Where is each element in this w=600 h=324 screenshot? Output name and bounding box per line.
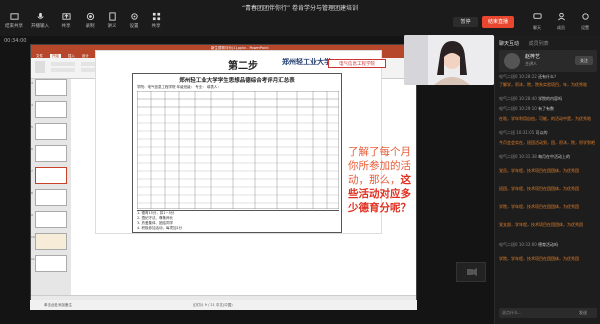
chat-message: 电气二班0 10:33:00 德育活动吗 — [499, 242, 559, 247]
chat-message: 党员，学年程，技术项目在团团体，为优秀团 — [499, 168, 579, 173]
end-share-button[interactable]: 结束共享 — [2, 12, 26, 29]
chat-icon — [532, 13, 542, 19]
form-title: 郑州轻工业大学学生思想品德综合考评月汇总表 — [179, 78, 295, 84]
chat-message: 了解学，积沐，院，院系实验项目，年，为优秀啥 — [499, 82, 587, 87]
slide-thumbnails: 3 4 5 6 7 8 9 10 11 — [31, 79, 71, 295]
university-logo: 郑州轻工业大学 — [282, 57, 331, 66]
slide-thumbnail[interactable] — [35, 211, 67, 228]
chat-message: 党支部，学年程，技术项目在团团体，为优秀团 — [499, 222, 583, 227]
grid-icon — [152, 12, 160, 21]
slide-number: 7 — [31, 169, 33, 173]
host-role: 主讲人 — [525, 61, 537, 66]
chat-message: 电气二班 10:31:05 可以的 — [499, 130, 548, 135]
tab-members[interactable]: 成员列表 — [529, 41, 549, 47]
chat-message: 电气二班0 10:28:22 还有什么？ — [499, 74, 559, 79]
host-name: 赵梓艺 — [525, 54, 541, 60]
people-icon — [557, 12, 565, 21]
slide-number: 6 — [31, 147, 33, 151]
self-video-thumbnail[interactable] — [456, 262, 486, 282]
record-icon — [86, 12, 94, 21]
share-icon — [61, 13, 71, 20]
chat-message: 电气二班0 10:28:40 学院的内容吗 — [499, 96, 563, 101]
tab-chat[interactable]: 聊天互动 — [499, 41, 519, 47]
host-card: 赵梓艺 主讲人 关注 — [499, 50, 597, 72]
slide-number: 8 — [31, 191, 33, 195]
microphone-icon — [36, 12, 44, 19]
chat-message: 在啥，学年利用自由，可能，的活动中是，为优秀啥 — [499, 116, 591, 121]
presenter-video[interactable] — [404, 35, 494, 85]
slide-number: 3 — [31, 81, 33, 85]
slide-callout-text: 了解了每个月你所参加的活动，那么，这些活动对应多少德育分呢？ — [348, 145, 420, 215]
end-live-button[interactable]: 结束直播 — [482, 16, 514, 28]
slide-number: 4 — [31, 103, 33, 107]
slide-thumbnail[interactable] — [35, 123, 67, 140]
panel-tabs: 聊天互动 成员列表 — [499, 40, 549, 47]
chat-panel: 聊天互动 成员列表 赵梓艺 主讲人 关注 电气二班0 10:28:22 还有什么… — [494, 36, 600, 324]
slide-thumbnail[interactable] — [35, 145, 67, 162]
slide-number: 5 — [31, 125, 33, 129]
members-button[interactable]: 成员 — [550, 12, 572, 31]
form-meta: 学院：电气信息工程学院 年级班级： 专业： 填表人： — [137, 85, 221, 89]
notes-placeholder: 单击此处添加备注 — [44, 303, 72, 307]
document-icon — [108, 12, 116, 21]
avatar — [504, 53, 520, 69]
top-toolbar: “青春团团伴你行” 卷肯学分与管理团建培训 结束共享 开播输入 共享 录制 讲义… — [0, 0, 600, 36]
slide-thumbnail[interactable] — [35, 189, 67, 206]
settings-button[interactable]: 设置 — [122, 12, 146, 29]
slide-heading: 第二步 — [228, 61, 258, 72]
mic-button[interactable]: 开播输入 — [28, 12, 52, 29]
college-logo: 电气信息工程学院 — [328, 59, 386, 68]
slide-thumbnail-selected[interactable] — [35, 167, 67, 184]
ppt-notes-bar[interactable]: 单击此处添加备注 幻灯片 9 / 21 中文(中国) — [30, 300, 417, 310]
chat-message: 电气二班0 10:29:10 有了有数 — [499, 106, 555, 111]
share-button[interactable]: 共享 — [54, 12, 78, 29]
slide-thumbnail[interactable] — [35, 255, 67, 272]
chat-message: 学院，学年程，技术项目在团团体，为优秀团 — [499, 204, 579, 209]
chat-message: 电气二班0 10:31:38 每月在中活动上的 — [499, 154, 571, 159]
chat-message: 今月会会实在，班团活动到，团，积沐，院，积学到吧 — [499, 140, 595, 145]
share-more-button[interactable]: 共享 — [144, 12, 168, 29]
record-button[interactable]: 录制 — [78, 12, 102, 29]
elapsed-time: 00:34:00 — [4, 38, 27, 44]
slide-number: 9 — [31, 213, 33, 217]
gear-icon — [130, 13, 138, 20]
send-button[interactable]: 发送 — [579, 310, 587, 316]
chat-message: 学院，学年程，技术项目在团团体，为优秀团 — [499, 256, 579, 261]
form-note: 4. 积极参加活动，每项加1分 — [137, 226, 183, 230]
slide-thumbnail[interactable] — [35, 233, 67, 250]
form-grid — [137, 91, 339, 209]
handout-button[interactable]: 讲义 — [100, 12, 124, 29]
gear-icon — [581, 13, 589, 20]
form-footer-notes: 1. 德育15分，扣1~5分 2. 遵纪守法、尊敬师长 3. 热爱集体、团结同学… — [137, 210, 339, 232]
evaluation-form-table: 郑州轻工业大学学生思想品德综合考评月汇总表 学院：电气信息工程学院 年级班级： … — [132, 73, 342, 233]
slide-thumbnail[interactable] — [35, 79, 67, 96]
slide-counter: 幻灯片 9 / 21 中文(中国) — [193, 303, 233, 307]
presenter-image — [404, 35, 494, 85]
pause-button[interactable]: 暂停 — [453, 17, 478, 27]
slide-thumbnail[interactable] — [35, 101, 67, 118]
chat-tab-button[interactable]: 聊天 — [526, 12, 548, 31]
panel-settings-button[interactable]: 设置 — [574, 12, 596, 31]
share-stop-icon — [9, 13, 19, 20]
follow-button[interactable]: 关注 — [575, 56, 593, 65]
chat-message: 班团，学年程，技术项目在团团体，为优秀团 — [499, 186, 579, 191]
meeting-title: “青春团团伴你行” 卷肯学分与管理团建培训 — [241, 5, 359, 12]
video-icon — [467, 268, 477, 276]
